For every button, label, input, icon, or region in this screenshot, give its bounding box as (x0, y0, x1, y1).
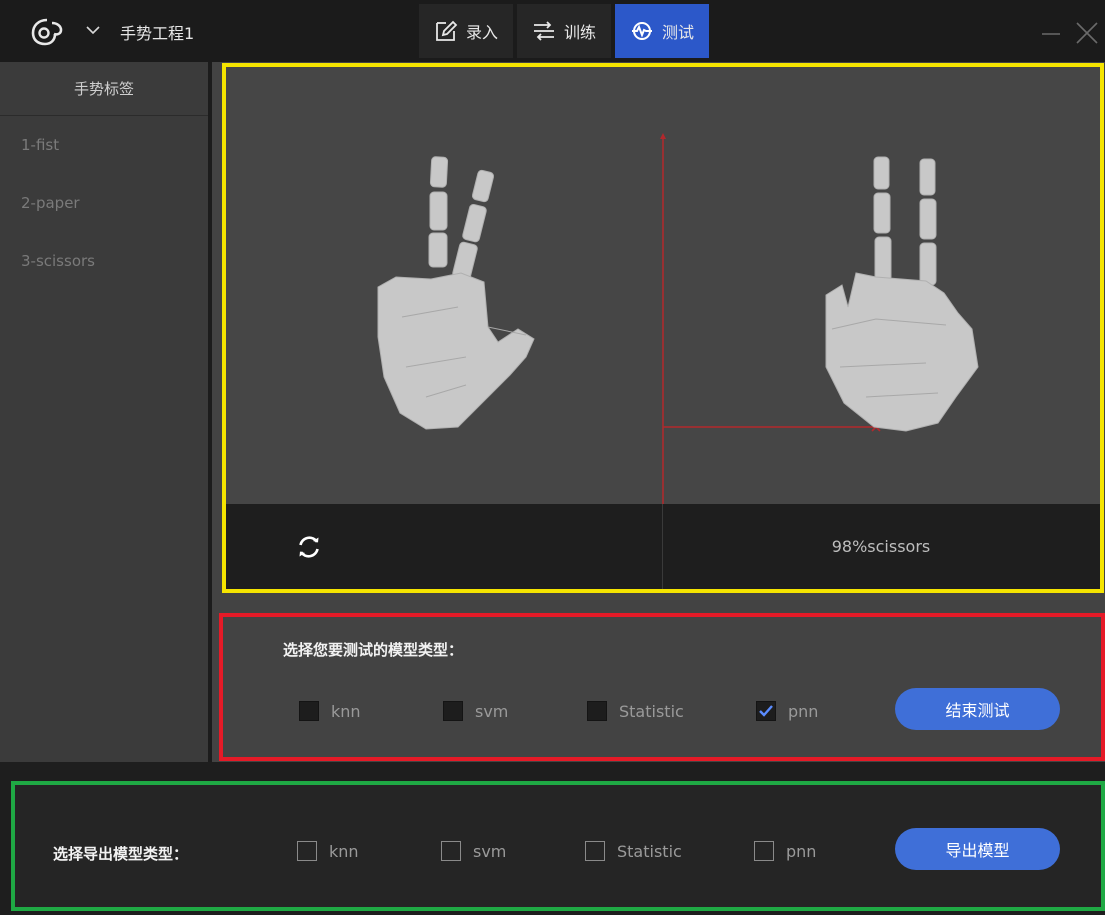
export-model-button[interactable]: 导出模型 (895, 828, 1060, 870)
sidebar-item-paper[interactable]: 2-paper (0, 174, 208, 232)
export-option-svm[interactable]: svm (441, 841, 506, 861)
tab-record-label: 录入 (465, 23, 498, 42)
tab-train-label: 训练 (563, 23, 596, 42)
project-name[interactable]: 手势工程1 (120, 20, 194, 44)
export-option-pnn[interactable]: pnn (754, 841, 816, 861)
recognition-result: 98% scissors (662, 504, 1100, 589)
export-model-panel: 选择导出模型类型： knn svm Statistic pnn 导出模型 (11, 781, 1105, 911)
result-label: scissors (867, 537, 931, 556)
visualizer-footer: 98% scissors (226, 504, 1100, 589)
hand-visualizer-panel: 98% scissors (222, 63, 1104, 593)
export-model-title: 选择导出模型类型： (53, 845, 189, 863)
export-option-knn[interactable]: knn (297, 841, 359, 861)
test-option-pnn-label: pnn (788, 701, 819, 721)
minimize-icon[interactable] (1040, 22, 1062, 44)
test-checkbox-statistic[interactable] (587, 701, 607, 721)
gesture-label-sidebar: 手势标签 1-fist 2-paper 3-scissors (0, 62, 208, 762)
test-icon (631, 22, 652, 40)
test-checkbox-svm[interactable] (443, 701, 463, 721)
test-model-panel: 选择您要测试的模型类型： knn svm Statistic pnn 结束测试 (219, 613, 1105, 761)
test-checkbox-pnn[interactable] (756, 701, 776, 721)
export-option-knn-label: knn (329, 841, 359, 861)
tab-test-label: 测试 (661, 23, 694, 42)
y-axis-arrow-icon (660, 133, 666, 139)
left-hand-model (377, 156, 535, 430)
export-option-statistic[interactable]: Statistic (585, 841, 682, 861)
checkmark-icon (759, 705, 773, 717)
tab-record[interactable]: 录入 (419, 4, 513, 58)
export-checkbox-statistic[interactable] (585, 841, 605, 861)
hand-scene-canvas (377, 133, 979, 504)
hand-scene (226, 67, 1100, 504)
tab-train[interactable]: 训练 (517, 4, 611, 58)
app-logo-icon (31, 18, 63, 46)
sidebar-header: 手势标签 (0, 62, 208, 116)
test-option-svm-label: svm (475, 701, 509, 721)
title-bar: 手势工程1 录入 训练 测试 (0, 0, 1105, 62)
end-test-button[interactable]: 结束测试 (895, 688, 1060, 730)
sidebar-item-scissors[interactable]: 3-scissors (0, 232, 208, 290)
export-option-svm-label: svm (473, 841, 507, 861)
close-icon[interactable] (1074, 20, 1100, 46)
tab-test[interactable]: 测试 (615, 4, 709, 58)
export-checkbox-knn[interactable] (297, 841, 317, 861)
export-checkbox-pnn[interactable] (754, 841, 774, 861)
test-option-svm[interactable]: svm (443, 701, 508, 721)
test-option-statistic[interactable]: Statistic (587, 701, 684, 721)
sidebar-item-fist[interactable]: 1-fist (0, 116, 208, 174)
export-option-statistic-label: Statistic (617, 841, 682, 861)
edit-icon (436, 20, 458, 41)
test-option-knn[interactable]: knn (299, 701, 361, 721)
test-option-pnn[interactable]: pnn (756, 701, 818, 721)
refresh-icon[interactable] (296, 534, 322, 560)
result-percent: 98% (831, 537, 868, 556)
chevron-down-icon[interactable] (86, 25, 100, 35)
test-checkbox-knn[interactable] (299, 701, 319, 721)
test-model-title: 选择您要测试的模型类型： (283, 641, 464, 659)
test-option-statistic-label: Statistic (619, 701, 684, 721)
right-hand-model (825, 156, 979, 432)
test-option-knn-label: knn (331, 701, 361, 721)
mode-tabs: 录入 训练 测试 (419, 4, 709, 58)
export-option-pnn-label: pnn (786, 841, 817, 861)
export-checkbox-svm[interactable] (441, 841, 461, 861)
train-icon (533, 21, 554, 41)
